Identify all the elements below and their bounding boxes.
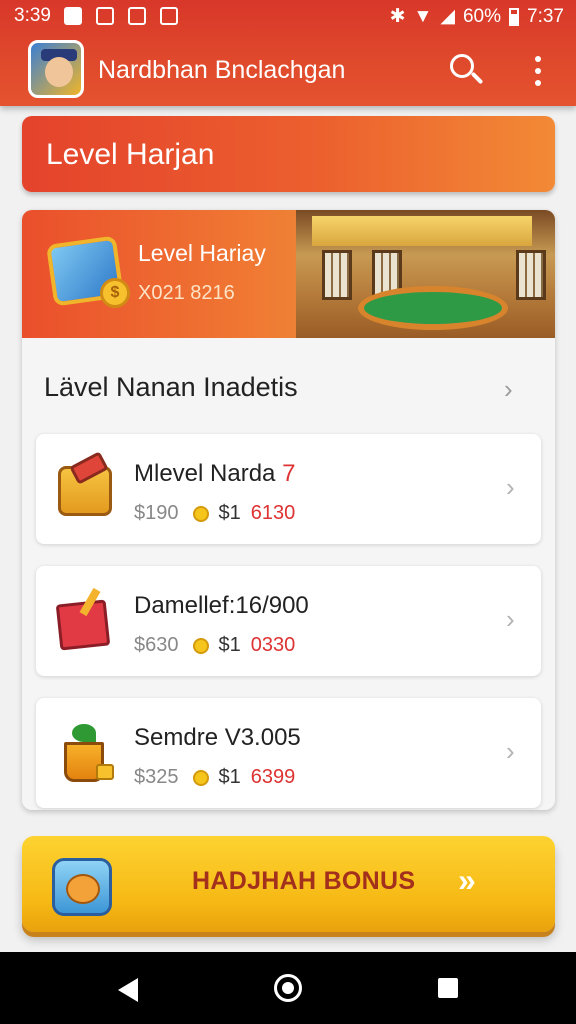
level-card: $ Level Hariay X021 8216 Lävel Nanan Ina… xyxy=(22,210,555,810)
window-icon xyxy=(516,250,546,300)
window-icon xyxy=(322,250,352,300)
battery-text: 60% xyxy=(462,5,502,27)
item-price: $325 $1 6399 xyxy=(134,766,296,788)
hero-title: Level Hariay xyxy=(138,240,266,266)
bag-icon xyxy=(52,451,118,522)
bluetooth-icon: ✱ xyxy=(389,6,406,27)
gift-box-icon xyxy=(52,587,118,654)
back-icon[interactable] xyxy=(118,978,138,1002)
item-name: Mlevel Narda 7 xyxy=(134,460,296,487)
system-nav-bar xyxy=(0,952,576,1024)
hero-subtitle: X021 8216 xyxy=(138,282,235,304)
item-name: Damellef:16/900 xyxy=(134,592,309,619)
item-price: $630 $1 0330 xyxy=(134,634,296,656)
status-clock: 7:37 xyxy=(527,5,564,27)
status-time: 3:39 xyxy=(14,5,51,26)
chevron-right-icon[interactable]: › xyxy=(504,374,528,404)
coin-icon xyxy=(192,637,209,654)
list-item[interactable]: Mlevel Narda 7 $190 $1 6130 › xyxy=(36,434,541,544)
list-item[interactable]: Damellef:16/900 $630 $1 0330 › xyxy=(36,566,541,676)
hero-banner[interactable]: $ Level Hariay X021 8216 xyxy=(22,210,555,338)
chevron-right-icon: › xyxy=(506,604,515,634)
app-title: Nardbhan Bnclachgan xyxy=(98,56,346,84)
list-item[interactable]: Semdre V3.005 $325 $1 6399 › xyxy=(36,698,541,808)
mascot-icon xyxy=(48,850,116,922)
home-icon[interactable] xyxy=(274,974,302,1002)
coin-icon xyxy=(192,769,209,786)
status-right: ✱ ▼ ◢ 60% 7:37 xyxy=(390,5,564,28)
notification-icon xyxy=(96,7,114,25)
ceiling-light xyxy=(312,216,532,246)
item-name: Semdre V3.005 xyxy=(134,724,301,751)
search-icon[interactable] xyxy=(446,50,486,90)
plant-pot-icon xyxy=(52,720,118,786)
game-table xyxy=(358,286,508,330)
chevron-right-icon: › xyxy=(506,736,515,766)
item-price: $190 $1 6130 xyxy=(134,502,296,524)
avatar-face xyxy=(45,57,73,87)
coin-icon xyxy=(192,505,209,522)
level-banner[interactable]: Level Harjan xyxy=(22,116,555,192)
bonus-button[interactable]: HADJHAH BONUS » xyxy=(22,836,555,932)
top-app-bar: 3:39 ✱ ▼ ◢ 60% 7:37 Nardbhan Bnclachgan xyxy=(0,0,576,106)
avatar-logo[interactable] xyxy=(28,40,84,98)
notification-icon xyxy=(160,7,178,25)
notification-icons xyxy=(64,7,178,25)
level-banner-title: Level Harjan xyxy=(46,138,215,171)
section-title: Lävel Nanan Inadetis xyxy=(44,372,298,402)
treasure-book-icon: $ xyxy=(44,230,136,312)
bonus-label: HADJHAH BONUS xyxy=(192,867,416,895)
notification-icon xyxy=(64,7,82,25)
more-vert-icon[interactable] xyxy=(528,54,548,88)
recents-icon[interactable] xyxy=(438,978,458,998)
battery-icon xyxy=(509,7,520,26)
location-icon xyxy=(128,7,146,25)
chevron-right-icon: › xyxy=(506,472,515,502)
signal-icon: ◢ xyxy=(440,6,455,27)
double-chevron-icon: » xyxy=(458,862,476,898)
status-bar: 3:39 ✱ ▼ ◢ 60% 7:37 xyxy=(0,0,576,32)
wifi-icon: ▼ xyxy=(413,5,433,27)
